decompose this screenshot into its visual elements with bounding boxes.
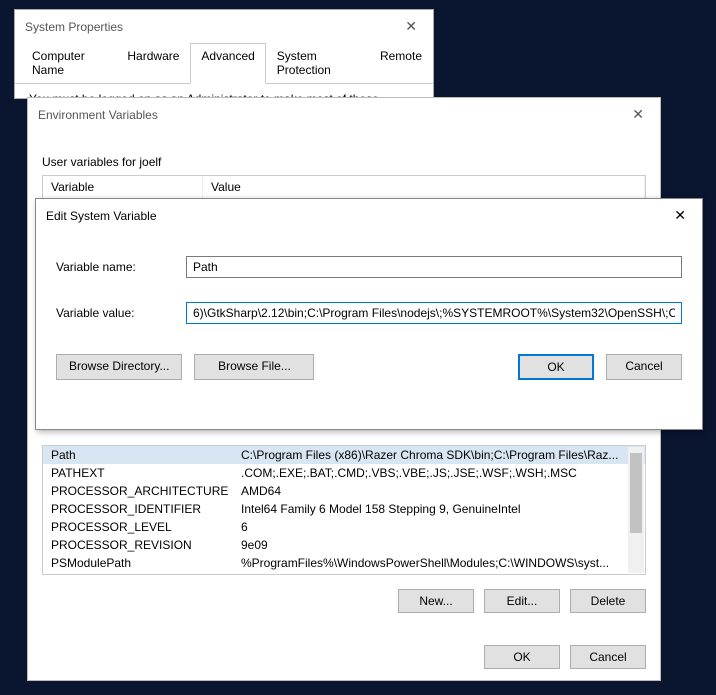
variable-name-input[interactable]: [186, 256, 682, 278]
tab-system-protection[interactable]: System Protection: [266, 43, 369, 83]
var-value: %ProgramFiles%\WindowsPowerShell\Modules…: [241, 556, 637, 570]
edit-variable-content: Variable name: Variable value: Browse Di…: [36, 232, 702, 394]
table-row[interactable]: PSModulePath %ProgramFiles%\WindowsPower…: [43, 554, 645, 572]
ok-button[interactable]: OK: [484, 645, 560, 669]
close-icon[interactable]: ✕: [399, 18, 423, 35]
new-button[interactable]: New...: [398, 589, 474, 613]
var-value: 6: [241, 520, 637, 534]
var-value: C:\Program Files (x86)\Razer Chroma SDK\…: [241, 448, 637, 462]
close-icon[interactable]: ✕: [626, 106, 650, 123]
cancel-button[interactable]: Cancel: [570, 645, 646, 669]
edit-variable-title: Edit System Variable: [46, 209, 157, 223]
user-variables-label: User variables for joelf: [42, 155, 646, 169]
variable-value-label: Variable value:: [56, 306, 186, 320]
var-name: PROCESSOR_ARCHITECTURE: [51, 484, 241, 498]
user-table-header: Variable Value: [43, 176, 645, 199]
system-properties-titlebar: System Properties ✕: [15, 10, 433, 43]
tab-computer-name[interactable]: Computer Name: [21, 43, 116, 83]
close-icon[interactable]: ✕: [668, 207, 692, 224]
table-row[interactable]: PROCESSOR_IDENTIFIER Intel64 Family 6 Mo…: [43, 500, 645, 518]
edit-system-variable-dialog: Edit System Variable ✕ Variable name: Va…: [35, 198, 703, 430]
table-row[interactable]: PROCESSOR_LEVEL 6: [43, 518, 645, 536]
system-properties-title: System Properties: [25, 20, 123, 34]
scrollbar-thumb[interactable]: [630, 453, 642, 533]
table-row[interactable]: PROCESSOR_ARCHITECTURE AMD64: [43, 482, 645, 500]
var-name: PROCESSOR_LEVEL: [51, 520, 241, 534]
browse-directory-button[interactable]: Browse Directory...: [56, 354, 182, 380]
var-name: PROCESSOR_IDENTIFIER: [51, 502, 241, 516]
table-row[interactable]: Path C:\Program Files (x86)\Razer Chroma…: [43, 446, 645, 464]
var-value: 9e09: [241, 538, 637, 552]
variable-value-row: Variable value:: [56, 302, 682, 324]
column-value[interactable]: Value: [203, 176, 645, 198]
edit-variable-titlebar: Edit System Variable ✕: [36, 199, 702, 232]
user-variables-table: Variable Value: [42, 175, 646, 199]
variable-value-input[interactable]: [186, 302, 682, 324]
environment-variables-title: Environment Variables: [38, 108, 158, 122]
var-name: PATHEXT: [51, 466, 241, 480]
var-name: Path: [51, 448, 241, 462]
ok-button[interactable]: OK: [518, 354, 594, 380]
var-name: PSModulePath: [51, 556, 241, 570]
tab-advanced[interactable]: Advanced: [190, 43, 265, 84]
var-value: AMD64: [241, 484, 637, 498]
table-row[interactable]: PATHEXT .COM;.EXE;.BAT;.CMD;.VBS;.VBE;.J…: [43, 464, 645, 482]
edit-button-row: Browse Directory... Browse File... OK Ca…: [56, 354, 682, 380]
scrollbar[interactable]: [628, 447, 644, 573]
delete-button[interactable]: Delete: [570, 589, 646, 613]
var-name: PROCESSOR_REVISION: [51, 538, 241, 552]
var-value: .COM;.EXE;.BAT;.CMD;.VBS;.VBE;.JS;.JSE;.…: [241, 466, 637, 480]
variable-name-row: Variable name:: [56, 256, 682, 278]
system-properties-tabs: Computer Name Hardware Advanced System P…: [15, 43, 433, 84]
variable-name-label: Variable name:: [56, 260, 186, 274]
column-variable[interactable]: Variable: [43, 176, 203, 198]
system-variables-table: Path C:\Program Files (x86)\Razer Chroma…: [42, 445, 646, 575]
browse-file-button[interactable]: Browse File...: [194, 354, 314, 380]
system-vars-button-row: New... Edit... Delete: [42, 589, 646, 613]
var-value: Intel64 Family 6 Model 158 Stepping 9, G…: [241, 502, 637, 516]
tab-hardware[interactable]: Hardware: [116, 43, 190, 83]
system-properties-window: System Properties ✕ Computer Name Hardwa…: [14, 9, 434, 99]
table-row[interactable]: PROCESSOR_REVISION 9e09: [43, 536, 645, 554]
edit-button[interactable]: Edit...: [484, 589, 560, 613]
cancel-button[interactable]: Cancel: [606, 354, 682, 380]
environment-variables-titlebar: Environment Variables ✕: [28, 98, 660, 131]
tab-remote[interactable]: Remote: [369, 43, 433, 83]
dialog-button-row: OK Cancel: [42, 645, 646, 669]
